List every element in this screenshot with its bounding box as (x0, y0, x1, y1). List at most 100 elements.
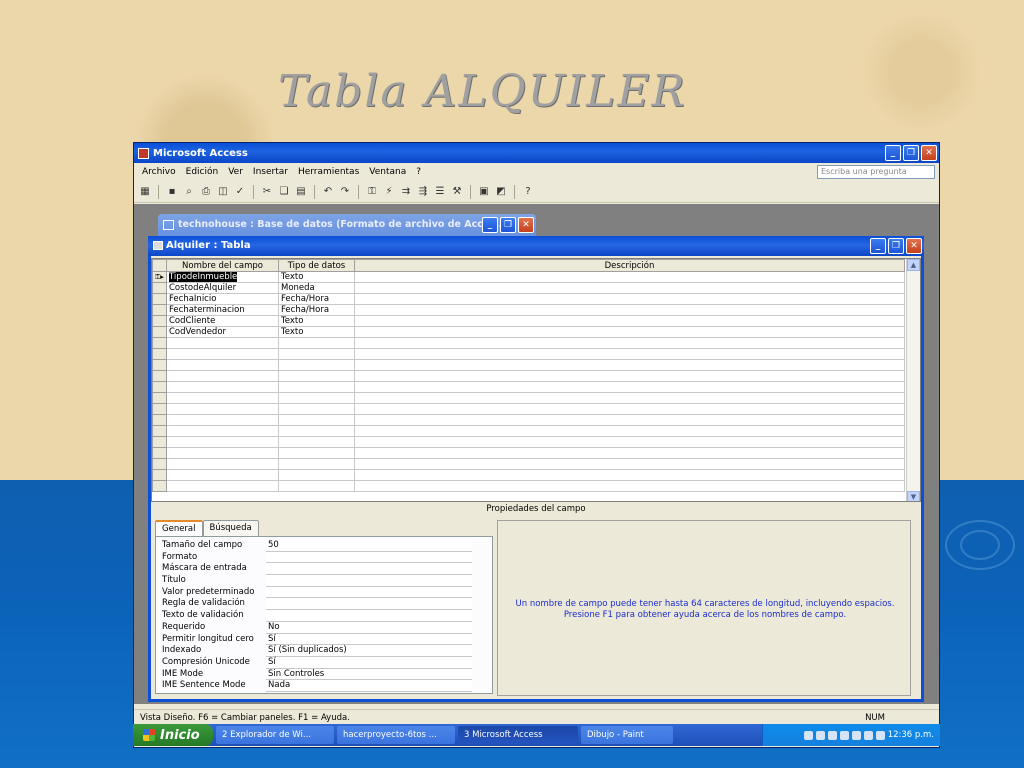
tab-general[interactable]: General (155, 520, 203, 536)
menu-ver[interactable]: Ver (228, 167, 243, 177)
field-name-cell[interactable] (166, 414, 279, 426)
property-value[interactable] (266, 575, 472, 587)
description-cell[interactable] (354, 436, 905, 448)
table-row[interactable] (152, 348, 905, 360)
description-cell[interactable] (354, 403, 905, 415)
data-type-cell[interactable] (278, 436, 355, 448)
description-cell[interactable] (354, 447, 905, 459)
description-cell[interactable] (354, 293, 905, 305)
property-value[interactable]: Sin Controles (266, 668, 472, 681)
data-type-cell[interactable] (278, 392, 355, 404)
property-value[interactable]: Sí (266, 656, 472, 669)
field-name-cell[interactable] (166, 436, 279, 448)
properties-icon[interactable]: ☰ (433, 185, 447, 199)
scroll-up-icon[interactable]: ▲ (907, 259, 920, 271)
taskbar-item-explorer[interactable]: 2 Explorador de Wi... (216, 726, 334, 744)
table-row[interactable] (152, 359, 905, 371)
volume-icon[interactable] (851, 730, 861, 740)
db-maximize-button[interactable]: ❐ (500, 217, 516, 233)
cut-icon[interactable]: ✂ (260, 185, 274, 199)
start-button[interactable]: Inicio (133, 724, 213, 746)
field-name-cell[interactable]: FechaInicio (166, 293, 279, 305)
data-type-cell[interactable] (278, 370, 355, 382)
description-cell[interactable] (354, 282, 905, 294)
table-row[interactable] (152, 414, 905, 426)
row-selector[interactable] (152, 425, 167, 437)
row-selector[interactable] (152, 469, 167, 481)
table-row[interactable] (152, 381, 905, 393)
field-name-cell[interactable] (166, 469, 279, 481)
table-row[interactable] (152, 469, 905, 481)
save-icon[interactable]: ▪ (165, 185, 179, 199)
field-name-cell[interactable] (166, 480, 279, 492)
description-cell[interactable] (354, 458, 905, 470)
field-name-cell[interactable] (166, 458, 279, 470)
tray-icon[interactable] (815, 730, 825, 740)
data-type-cell[interactable] (278, 348, 355, 360)
table-row[interactable] (152, 403, 905, 415)
table-row[interactable] (152, 480, 905, 492)
description-cell[interactable] (354, 359, 905, 371)
row-selector[interactable] (152, 337, 167, 349)
description-cell[interactable] (354, 304, 905, 316)
spelling-icon[interactable]: ✓ (233, 185, 247, 199)
data-type-cell[interactable] (278, 337, 355, 349)
description-cell[interactable] (354, 370, 905, 382)
field-name-cell[interactable] (166, 348, 279, 360)
description-cell[interactable] (354, 326, 905, 338)
row-selector[interactable] (152, 392, 167, 404)
table-row[interactable] (152, 458, 905, 470)
field-name-cell[interactable] (166, 370, 279, 382)
row-selector[interactable] (152, 447, 167, 459)
property-value[interactable] (266, 563, 472, 576)
menu-archivo[interactable]: Archivo (142, 167, 176, 177)
taskbar-item-document[interactable]: hacerproyecto-6tos ... (337, 726, 455, 744)
table-row[interactable] (152, 337, 905, 349)
description-cell[interactable] (354, 381, 905, 393)
data-type-cell[interactable] (278, 458, 355, 470)
row-selector[interactable] (152, 480, 167, 492)
field-name-cell[interactable] (166, 381, 279, 393)
help-icon[interactable]: ? (521, 185, 535, 199)
row-selector[interactable] (152, 304, 167, 316)
tray-icon[interactable] (839, 730, 849, 740)
data-type-cell[interactable]: Texto (278, 271, 355, 283)
preview-icon[interactable]: ◫ (216, 185, 230, 199)
menu-herramientas[interactable]: Herramientas (298, 167, 359, 177)
data-type-cell[interactable] (278, 381, 355, 393)
row-selector[interactable] (152, 381, 167, 393)
table-row[interactable]: ⚿▸ TipodeInmueble Texto (152, 271, 905, 283)
vertical-scrollbar[interactable]: ▲ ▼ (906, 259, 920, 501)
new-object-icon[interactable]: ◩ (494, 185, 508, 199)
database-window[interactable]: technohouse : Base de datos (Formato de … (158, 214, 536, 238)
property-value[interactable] (266, 551, 472, 564)
delete-rows-icon[interactable]: ⇶ (416, 185, 430, 199)
description-cell[interactable] (354, 271, 905, 283)
print-icon[interactable]: ⎙ (199, 185, 213, 199)
taskbar-item-access[interactable]: 3 Microsoft Access (458, 726, 578, 744)
row-selector[interactable] (152, 282, 167, 294)
data-type-cell[interactable] (278, 403, 355, 415)
row-selector[interactable] (152, 293, 167, 305)
row-selector[interactable] (152, 436, 167, 448)
data-type-cell[interactable] (278, 469, 355, 481)
tray-icon[interactable] (803, 730, 813, 740)
description-cell[interactable] (354, 337, 905, 349)
field-name-cell[interactable] (166, 425, 279, 437)
field-name-cell[interactable]: TipodeInmueble (166, 271, 279, 283)
primary-key-icon[interactable]: ⚿ (365, 185, 379, 199)
table-row[interactable] (152, 392, 905, 404)
description-cell[interactable] (354, 480, 905, 492)
table-row[interactable] (152, 436, 905, 448)
menu-ventana[interactable]: Ventana (369, 167, 406, 177)
data-type-cell[interactable] (278, 414, 355, 426)
table-row[interactable]: CodCliente Texto (152, 315, 905, 327)
property-value[interactable] (266, 586, 472, 599)
data-type-cell[interactable]: Texto (278, 326, 355, 338)
field-name-cell[interactable] (166, 447, 279, 459)
table-row[interactable]: CostodeAlquiler Moneda (152, 282, 905, 294)
data-type-cell[interactable]: Texto (278, 315, 355, 327)
copy-icon[interactable]: ❏ (277, 185, 291, 199)
description-cell[interactable] (354, 392, 905, 404)
menu-insertar[interactable]: Insertar (253, 167, 288, 177)
